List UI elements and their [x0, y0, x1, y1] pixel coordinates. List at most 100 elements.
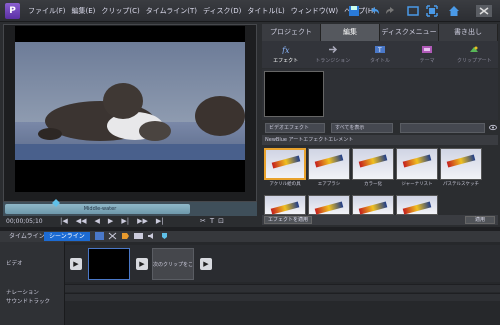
menu-title[interactable]: タイトル(L): [247, 6, 284, 16]
text-tool-icon[interactable]: T: [210, 217, 214, 225]
effect-label-acrylic: アクリル絵の具: [269, 182, 301, 187]
effect-label-pastel: パステルスケッチ: [443, 182, 479, 187]
effect-thumb-row2-d[interactable]: [396, 195, 438, 215]
track-video-label: ビデオ: [6, 261, 23, 267]
apply-button[interactable]: 適用: [465, 216, 495, 224]
subtab-effects-label: エフェクト: [273, 58, 299, 64]
view-icon[interactable]: [489, 123, 497, 132]
main-tabs: プロジェクト 編集 ディスクメニュー 書き出し: [262, 24, 498, 41]
app-logo: P: [5, 3, 20, 19]
film-icon[interactable]: [134, 232, 143, 240]
timeline-tools: [95, 232, 169, 240]
track-narration-label: ナレーション: [6, 290, 39, 296]
track-soundtrack-label: サウンドトラック: [6, 299, 51, 305]
menu-items: ファイル(F) 編集(E) クリップ(C) タイムライン(T) ディスク(D) …: [28, 6, 376, 16]
theme-icon: [422, 46, 433, 53]
title-icon: T: [374, 46, 385, 54]
video-preview[interactable]: [15, 26, 245, 192]
save-icon[interactable]: [348, 5, 360, 17]
subtab-themes[interactable]: テーマ: [405, 41, 449, 68]
menu-timeline[interactable]: タイムライン(T): [146, 6, 197, 16]
effect-thumb-airbrush[interactable]: [308, 148, 350, 180]
fullscreen-icon[interactable]: [407, 5, 419, 17]
svg-text:fx: fx: [281, 46, 290, 54]
fx-icon: fx: [281, 46, 290, 54]
apply-effect-button[interactable]: エフェクトを適用: [264, 216, 312, 224]
scrub-label: Middle-water: [83, 206, 117, 212]
effect-label-colorize: カラー化: [364, 182, 382, 187]
sceneline-track: [65, 245, 500, 282]
track-headers: ビデオ ナレーション サウンドトラック: [0, 242, 65, 325]
timecode: 00;00;05;10: [6, 218, 43, 225]
track-narration[interactable]: [65, 284, 500, 292]
menu-disc[interactable]: ディスク(D): [203, 6, 241, 16]
tab-project[interactable]: プロジェクト: [262, 24, 321, 41]
track-soundtrack[interactable]: [65, 293, 500, 301]
clip-placeholder[interactable]: 次のクリップをここ...: [152, 248, 194, 300]
effect-thumb-journalist[interactable]: [396, 148, 438, 180]
subtab-themes-label: テーマ: [419, 58, 435, 64]
subtab-titles-label: タイトル: [369, 58, 390, 64]
home-icon[interactable]: [448, 5, 460, 17]
subtab-clipart-label: クリップアート: [456, 58, 492, 64]
playhead-icon[interactable]: [52, 199, 60, 207]
menu-window[interactable]: ウィンドウ(W): [291, 6, 338, 16]
effect-label-airbrush: エアブラシ: [317, 182, 341, 187]
tab-disc-menu[interactable]: ディスクメニュー: [380, 24, 439, 41]
rewind-button[interactable]: ◀◀: [76, 217, 87, 225]
goto-start-button[interactable]: |◀: [60, 217, 68, 225]
subtab-effects[interactable]: fx エフェクト: [264, 41, 308, 68]
search-input[interactable]: [400, 123, 485, 133]
effect-label-journalist: ジャーナリスト: [401, 182, 433, 187]
clipart-icon: [470, 46, 479, 52]
step-forward-button[interactable]: ▶|: [121, 217, 129, 225]
effect-thumb-acrylic[interactable]: [264, 148, 306, 180]
effect-preview: [264, 71, 324, 117]
subtab-titles[interactable]: T タイトル: [358, 41, 402, 68]
audio-icon[interactable]: [147, 232, 156, 240]
menu-file[interactable]: ファイル(F): [28, 6, 66, 16]
subtab-transitions-label: トランジション: [315, 58, 351, 64]
transition-slot-icon[interactable]: ▶: [70, 258, 82, 270]
split-clip-icon[interactable]: ✂: [200, 217, 206, 225]
smart-fix-icon[interactable]: [108, 232, 117, 240]
effect-thumb-colorize[interactable]: [352, 148, 394, 180]
effect-thumb-pastel[interactable]: [440, 148, 482, 180]
tab-sceneline[interactable]: シーンライン: [44, 232, 90, 241]
window-icon[interactable]: [426, 5, 438, 17]
svg-text:T: T: [377, 47, 382, 54]
subtab-clipart[interactable]: クリップアート: [452, 41, 496, 68]
transition-slot-icon[interactable]: ▶: [200, 258, 212, 270]
tab-export[interactable]: 書き出し: [439, 24, 498, 41]
transition-slot-icon[interactable]: ▶: [136, 258, 148, 270]
seals-image: [38, 83, 245, 141]
fast-forward-button[interactable]: ▶▶: [137, 217, 148, 225]
category-dropdown[interactable]: ビデオエフェクト: [265, 123, 325, 133]
transition-icon: [328, 45, 337, 54]
step-back-button[interactable]: ◀: [95, 217, 100, 225]
effect-thumb-row2-b[interactable]: [308, 195, 350, 215]
menu-edit[interactable]: 編集(E): [72, 6, 96, 16]
marker-icon[interactable]: [160, 232, 169, 240]
tab-edit[interactable]: 編集: [321, 24, 380, 41]
tab-timeline[interactable]: タイムライン: [4, 232, 50, 241]
goto-end-button[interactable]: ▶|: [156, 217, 164, 225]
grid-view-icon[interactable]: [95, 232, 104, 240]
monitor-tools: ✂ T ⊡: [200, 217, 224, 225]
undo-icon[interactable]: [368, 5, 380, 17]
subtab-transitions[interactable]: トランジション: [311, 41, 355, 68]
transport-controls: |◀ ◀◀ ◀ ▶ ▶| ▶▶ ▶|: [60, 217, 164, 225]
scene-clip[interactable]: [88, 248, 130, 280]
tag-icon[interactable]: [121, 232, 130, 240]
menu-clip[interactable]: クリップ(C): [101, 6, 139, 16]
effect-group-header[interactable]: NewBlue アートエフェクトエレメント: [262, 135, 498, 145]
redo-icon[interactable]: [385, 5, 397, 17]
edit-subtabs: fx エフェクト トランジション T タイトル テーマ クリップアート: [262, 41, 498, 68]
play-button[interactable]: ▶: [108, 217, 113, 225]
effect-thumbnails: アクリル絵の具 エアブラシ カラー化 ジャーナリスト パステルスケッチ: [262, 145, 498, 215]
frame-tool-icon[interactable]: ⊡: [218, 217, 224, 225]
window-controls-icon[interactable]: [476, 5, 492, 17]
show-dropdown[interactable]: すべてを表示: [331, 123, 393, 133]
effect-thumb-row2-a[interactable]: [264, 195, 306, 215]
effect-thumb-row2-c[interactable]: [352, 195, 394, 215]
